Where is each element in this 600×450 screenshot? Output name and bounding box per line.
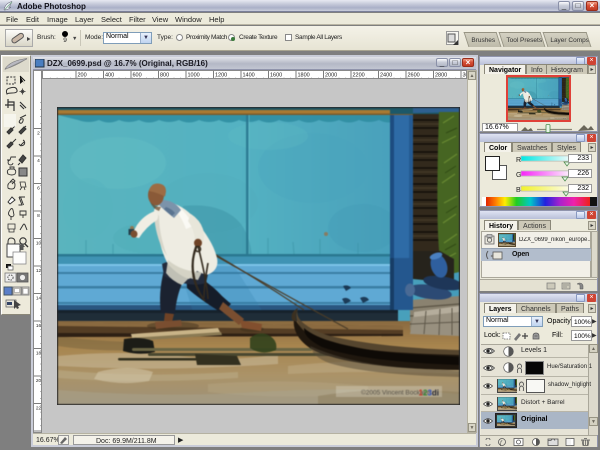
svg-text:6: 6 <box>37 186 40 192</box>
svg-text:f: f <box>500 440 503 447</box>
svg-text:2200: 2200 <box>353 73 365 79</box>
svg-text:10: 10 <box>36 241 42 247</box>
svg-text:B: B <box>516 187 521 194</box>
svg-text:1400: 1400 <box>243 73 255 79</box>
svg-text:4: 4 <box>37 158 40 164</box>
svg-text:12: 12 <box>36 268 42 274</box>
svg-text:800: 800 <box>160 73 169 79</box>
svg-text:600: 600 <box>133 73 142 79</box>
svg-text:1800: 1800 <box>298 73 310 79</box>
svg-text:18: 18 <box>36 351 42 357</box>
svg-text:14: 14 <box>36 296 42 302</box>
svg-text:200: 200 <box>78 73 87 79</box>
svg-text:2600: 2600 <box>408 73 420 79</box>
svg-text:22: 22 <box>36 406 42 412</box>
svg-text:20: 20 <box>36 378 42 384</box>
svg-text:2: 2 <box>37 131 40 137</box>
svg-text:400: 400 <box>105 73 114 79</box>
svg-text:2800: 2800 <box>435 73 447 79</box>
svg-text:G: G <box>516 172 521 179</box>
svg-text:R: R <box>516 157 521 164</box>
svg-text:16: 16 <box>36 323 42 329</box>
svg-text:2400: 2400 <box>380 73 392 79</box>
svg-text:1000: 1000 <box>188 73 200 79</box>
svg-text:8: 8 <box>37 213 40 219</box>
svg-text:1600: 1600 <box>270 73 282 79</box>
svg-text:1200: 1200 <box>215 73 227 79</box>
svg-text:2000: 2000 <box>325 73 337 79</box>
